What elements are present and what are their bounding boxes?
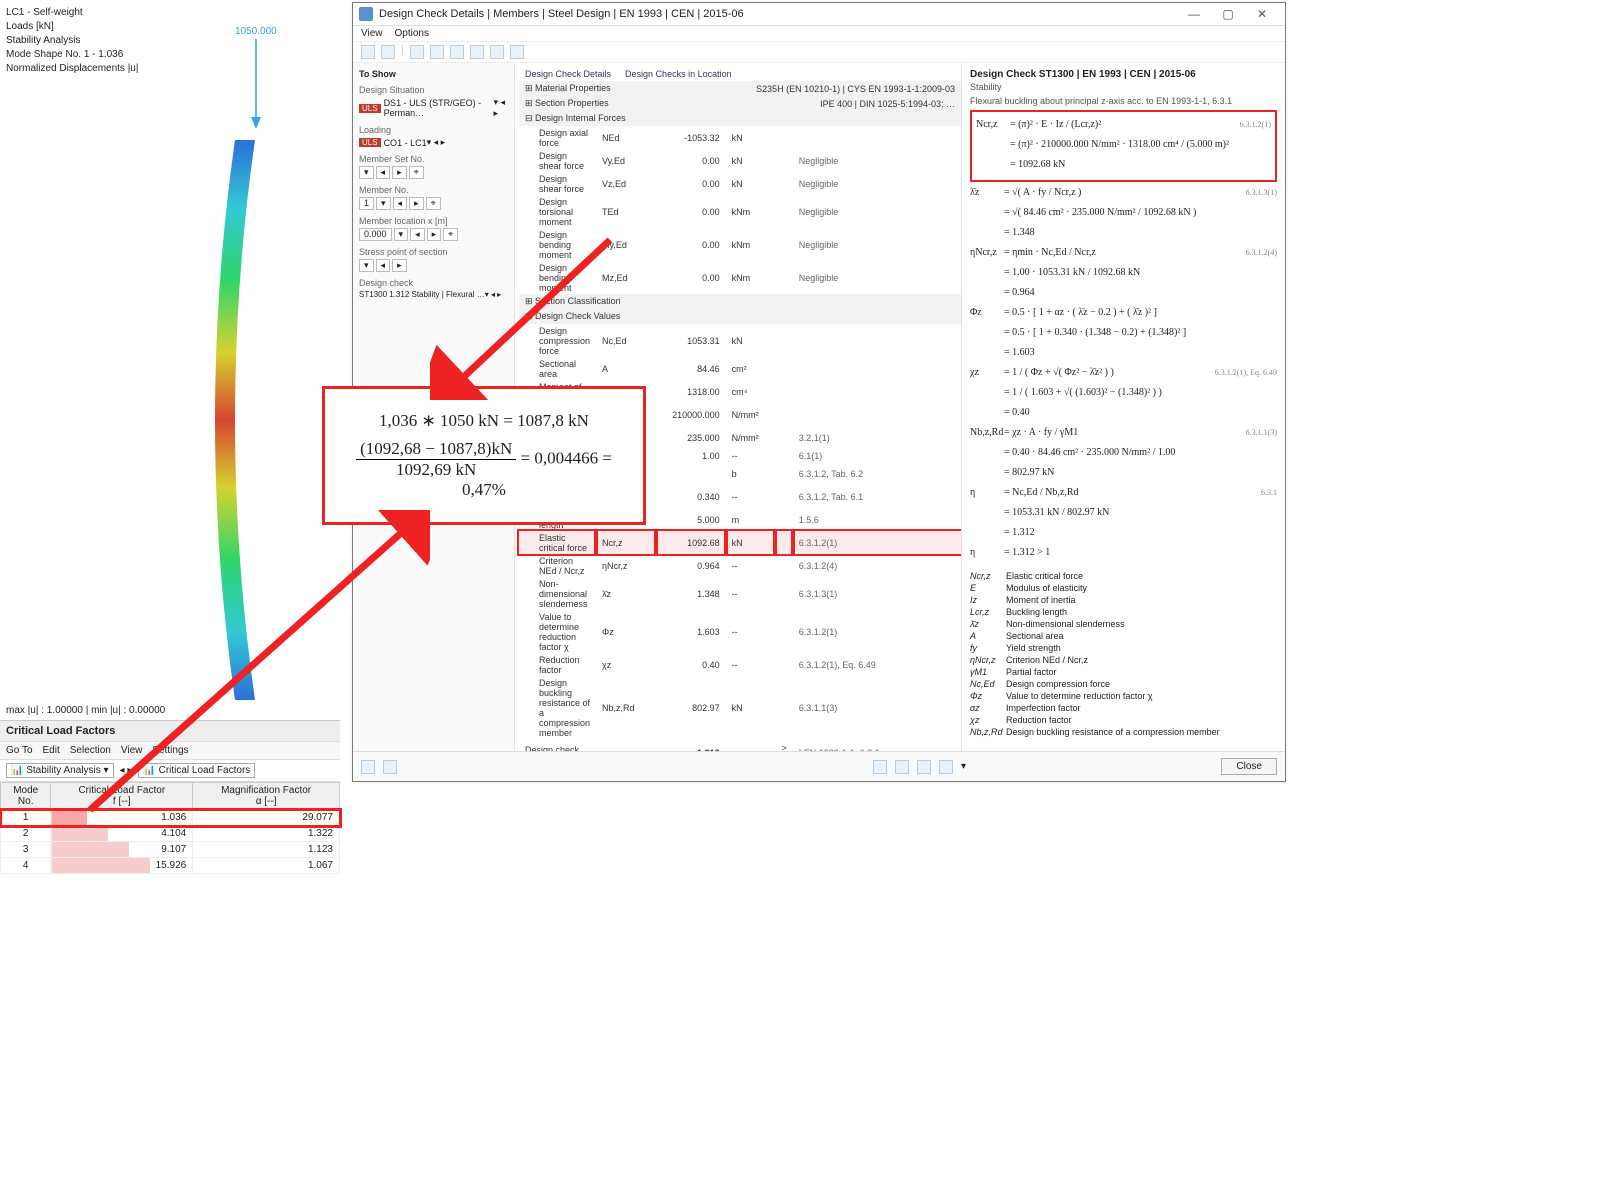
dialog-menu[interactable]: ViewOptions <box>353 26 1285 42</box>
dcv-row[interactable]: Value to determine reduction factor χΦz1… <box>519 610 961 653</box>
arrow-to-clf <box>80 510 430 830</box>
close-dialog-button[interactable]: Close <box>1221 758 1277 775</box>
close-button[interactable]: ✕ <box>1245 7 1279 21</box>
formula-panel: Design Check ST1300 | EN 1993 | CEN | 20… <box>961 63 1285 751</box>
maximize-button[interactable]: ▢ <box>1211 7 1245 21</box>
dcv-row[interactable]: Criterion NEd / Ncr,zηNcr,z0.964--6.3.1.… <box>519 554 961 577</box>
mid-tabs[interactable]: Design Check DetailsDesign Checks in Loc… <box>519 67 961 81</box>
design-situation-combo[interactable]: ULSDS1 - ULS (STR/GEO) - Perman… ▾ ◂ ▸ <box>359 97 508 119</box>
clf-row-4: 415.9261.067 <box>1 858 340 874</box>
dcv-row[interactable]: Design buckling resistance of a compress… <box>519 676 961 739</box>
dialog-title: Design Check Details | Members | Steel D… <box>379 8 744 20</box>
dcv-row[interactable]: Reduction factorχz0.40--6.3.1.2(1), Eq. … <box>519 653 961 676</box>
member-no-ctrl[interactable]: 1▾◂▸⌖ <box>359 197 508 210</box>
annotation-callout: 1,036 ∗ 1050 kN = 1087,8 kN (1092,68 − 1… <box>322 386 646 525</box>
dcv-row[interactable]: Non-dimensional slendernessλ̄z1.348--6.3… <box>519 577 961 610</box>
minimize-button[interactable]: — <box>1177 7 1211 21</box>
load-arrow: 1050.000 <box>235 26 277 129</box>
viewport-info: LC1 - Self-weight Loads [kN] Stability A… <box>0 0 340 76</box>
arrow-to-ncr <box>430 230 620 400</box>
clf-row-3: 39.1071.123 <box>1 842 340 858</box>
loading-combo[interactable]: ULSCO1 - LC1 ▾ ◂ ▸ <box>359 137 508 148</box>
dialog-toolbar[interactable]: | <box>353 42 1285 63</box>
dcv-row[interactable]: Elastic critical forceNcr,z1092.68kN6.3.… <box>519 531 961 554</box>
app-icon <box>359 7 373 21</box>
member-set-ctrl[interactable]: ▾◂▸⌖ <box>359 166 508 179</box>
